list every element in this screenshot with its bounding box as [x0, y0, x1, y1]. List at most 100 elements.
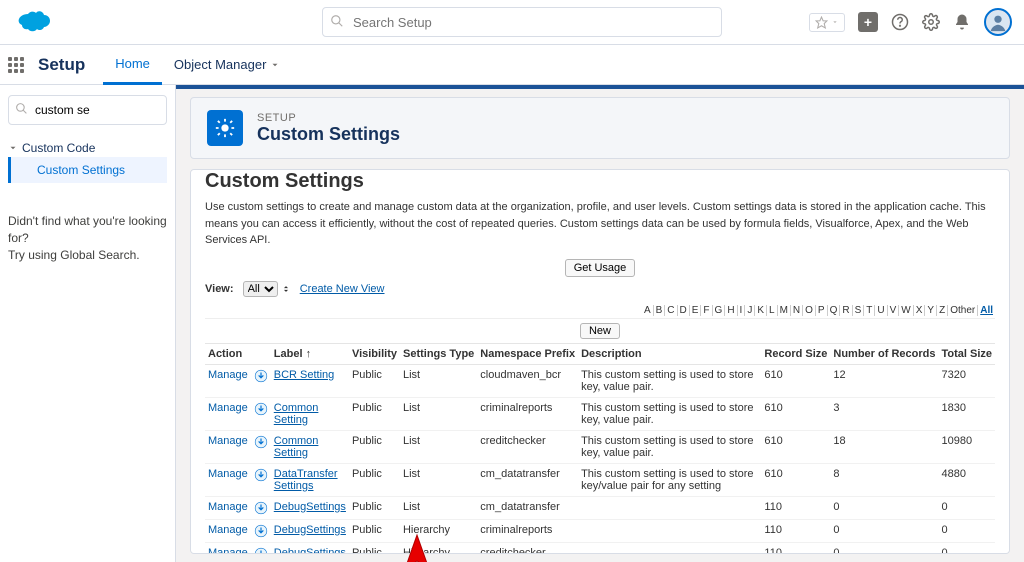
- cell-type: Hierarchy: [400, 519, 477, 542]
- setting-label-link[interactable]: Common Setting: [274, 435, 319, 459]
- download-icon[interactable]: [254, 501, 268, 513]
- manage-link[interactable]: Manage: [208, 468, 248, 480]
- cell-namespace: cloudmaven_bcr: [477, 364, 578, 397]
- section-title: Custom Settings: [205, 170, 995, 193]
- cell-total-size: 4880: [938, 463, 995, 496]
- cell-num-records: 12: [830, 364, 938, 397]
- setting-label-link[interactable]: DataTransfer Settings: [274, 468, 338, 492]
- manage-link[interactable]: Manage: [208, 435, 248, 447]
- setup-gear-icon[interactable]: [922, 13, 940, 31]
- search-icon: [330, 14, 344, 31]
- alpha-letter-k[interactable]: K: [755, 305, 767, 316]
- new-button[interactable]: New: [580, 323, 620, 339]
- table-row: ManageDebugSettingsPublicListcm_datatran…: [205, 496, 995, 519]
- alpha-letter-p[interactable]: P: [816, 305, 828, 316]
- tab-home[interactable]: Home: [103, 45, 162, 85]
- col-action[interactable]: Action: [205, 344, 251, 365]
- cell-total-size: 0: [938, 542, 995, 554]
- table-row: ManageCommon SettingPublicListcreditchec…: [205, 430, 995, 463]
- cell-visibility: Public: [349, 519, 400, 542]
- alpha-letter-l[interactable]: L: [767, 305, 778, 316]
- alpha-letter-b[interactable]: B: [654, 305, 666, 316]
- cell-description: [578, 519, 761, 542]
- alpha-letter-v[interactable]: V: [888, 305, 900, 316]
- manage-link[interactable]: Manage: [208, 402, 248, 414]
- manage-link[interactable]: Manage: [208, 524, 248, 536]
- download-icon[interactable]: [254, 402, 268, 414]
- alpha-letter-q[interactable]: Q: [828, 305, 841, 316]
- cell-record-size: 610: [761, 463, 830, 496]
- alpha-letter-o[interactable]: O: [803, 305, 816, 316]
- alpha-letter-z[interactable]: Z: [937, 305, 948, 316]
- setup-sidebar: Custom Code Custom Settings Didn't find …: [0, 85, 176, 562]
- table-row: Manage DebugSettingsPublicHierarchycrimin…: [205, 519, 995, 542]
- global-header: +: [0, 0, 1024, 45]
- cell-type: List: [400, 430, 477, 463]
- alpha-letter-t[interactable]: T: [864, 305, 875, 316]
- alpha-letter-e[interactable]: E: [690, 305, 702, 316]
- alpha-all[interactable]: All: [978, 305, 995, 316]
- table-row: ManageCommon SettingPublicListcriminalre…: [205, 397, 995, 430]
- download-icon[interactable]: [254, 369, 268, 381]
- alpha-letter-x[interactable]: X: [914, 305, 926, 316]
- alpha-letter-r[interactable]: R: [840, 305, 852, 316]
- setting-label-link[interactable]: Common Setting: [274, 402, 319, 426]
- col-namespace[interactable]: Namespace Prefix: [477, 344, 578, 365]
- get-usage-button[interactable]: Get Usage: [565, 259, 636, 277]
- notifications-icon[interactable]: [953, 13, 971, 31]
- view-select[interactable]: All: [243, 281, 278, 297]
- setting-label-link[interactable]: DebugSettings: [274, 501, 346, 513]
- col-description[interactable]: Description: [578, 344, 761, 365]
- alpha-letter-n[interactable]: N: [791, 305, 803, 316]
- alpha-letter-g[interactable]: G: [713, 305, 726, 316]
- quick-find-input[interactable]: [8, 95, 167, 125]
- create-new-view-link[interactable]: Create New View: [300, 283, 385, 295]
- setting-label-link[interactable]: DebugSettings: [274, 524, 346, 536]
- app-launcher-icon[interactable]: [8, 57, 24, 73]
- alpha-letter-j[interactable]: J: [745, 305, 755, 316]
- alpha-other[interactable]: Other: [948, 305, 978, 316]
- download-icon[interactable]: [254, 547, 268, 554]
- alpha-letter-c[interactable]: C: [665, 305, 677, 316]
- download-icon[interactable]: [254, 468, 268, 480]
- manage-link[interactable]: Manage: [208, 369, 248, 381]
- cell-description: This custom setting is used to store key…: [578, 463, 761, 496]
- col-settings-type[interactable]: Settings Type: [400, 344, 477, 365]
- salesforce-logo[interactable]: [12, 8, 52, 36]
- download-icon[interactable]: [254, 524, 268, 536]
- global-search-input[interactable]: [322, 7, 722, 37]
- alpha-letter-h[interactable]: H: [725, 305, 737, 316]
- alpha-letter-d[interactable]: D: [678, 305, 690, 316]
- manage-link[interactable]: Manage: [208, 501, 248, 513]
- cell-type: List: [400, 364, 477, 397]
- tree-item-custom-settings[interactable]: Custom Settings: [8, 157, 167, 183]
- download-icon[interactable]: [254, 435, 268, 447]
- alpha-letter-f[interactable]: F: [701, 305, 712, 316]
- alpha-letter-m[interactable]: M: [778, 305, 791, 316]
- tab-object-manager[interactable]: Object Manager: [162, 46, 293, 83]
- favorites-button[interactable]: [809, 13, 845, 32]
- alpha-letter-w[interactable]: W: [899, 305, 913, 316]
- global-actions-button[interactable]: +: [858, 12, 878, 32]
- col-num-records[interactable]: Number of Records: [830, 344, 938, 365]
- setting-label-link[interactable]: DebugSettings: [274, 547, 346, 555]
- col-record-size[interactable]: Record Size: [761, 344, 830, 365]
- col-label[interactable]: Label ↑: [271, 344, 349, 365]
- page-header-title: Custom Settings: [257, 124, 400, 145]
- cell-visibility: Public: [349, 364, 400, 397]
- help-icon[interactable]: [891, 13, 909, 31]
- cell-visibility: Public: [349, 430, 400, 463]
- col-total-size[interactable]: Total Size: [938, 344, 995, 365]
- setting-label-link[interactable]: BCR Setting: [274, 369, 335, 381]
- alpha-letter-s[interactable]: S: [853, 305, 865, 316]
- alpha-letter-y[interactable]: Y: [925, 305, 937, 316]
- col-visibility[interactable]: Visibility: [349, 344, 400, 365]
- cell-num-records: 3: [830, 397, 938, 430]
- manage-link[interactable]: Manage: [208, 547, 248, 555]
- user-avatar[interactable]: [984, 8, 1012, 36]
- alpha-letter-a[interactable]: A: [642, 305, 654, 316]
- cell-total-size: 7320: [938, 364, 995, 397]
- cell-namespace: criminalreports: [477, 519, 578, 542]
- alpha-letter-u[interactable]: U: [875, 305, 887, 316]
- tree-node-custom-code[interactable]: Custom Code: [8, 141, 167, 155]
